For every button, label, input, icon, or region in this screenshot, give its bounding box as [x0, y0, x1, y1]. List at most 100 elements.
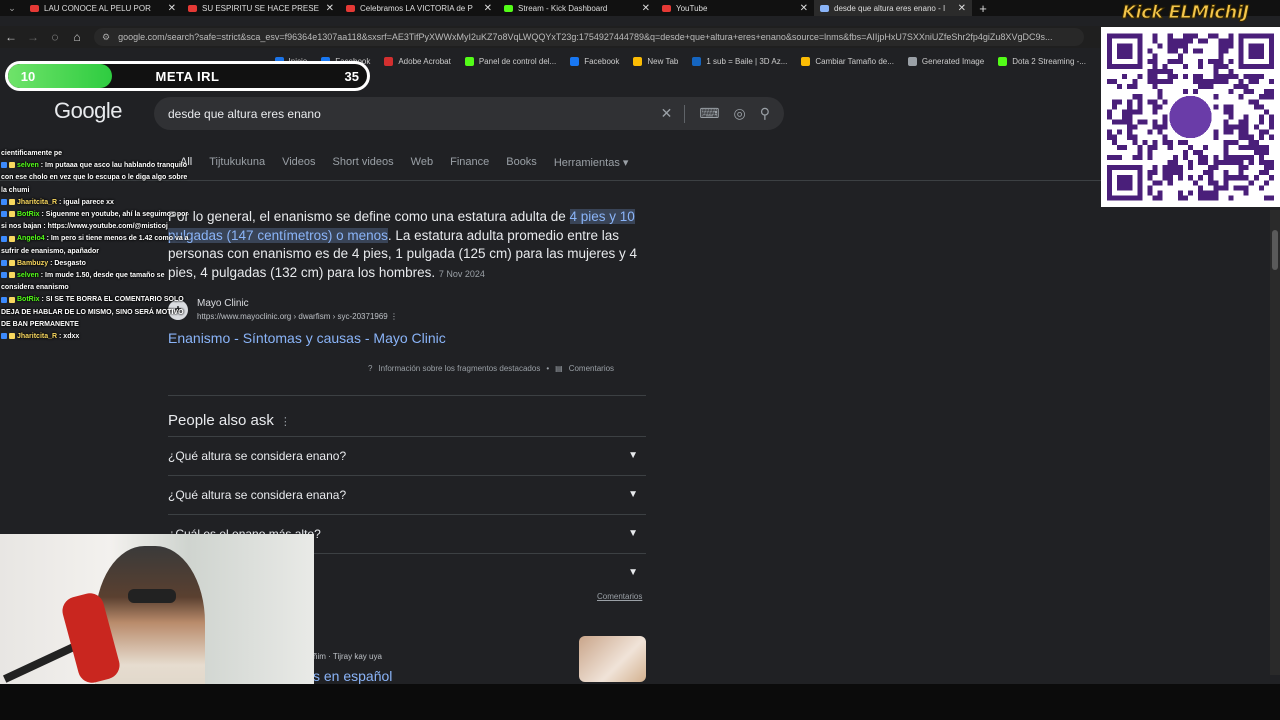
- badge-icon: [1, 235, 7, 242]
- search-tab[interactable]: Finance: [450, 156, 489, 169]
- search-icon[interactable]: ⚲: [760, 105, 770, 122]
- feedback-icon[interactable]: ▤: [555, 364, 563, 373]
- chat-message: BotRix : Siguenme en youtube, ahí la seg…: [1, 209, 193, 233]
- badge-icon: [1, 333, 7, 340]
- tab-favicon-icon: [820, 4, 829, 12]
- chat-message: selven : Im putaaa que asco lau hablando…: [1, 160, 193, 197]
- chat-username[interactable]: BotRix: [17, 211, 40, 218]
- browser-toolbar: ← → ◌ ⌂ ⚙ google.com/search?safe=strict&…: [0, 26, 1280, 48]
- bookmark-label: Adobe Acrobat: [398, 56, 451, 66]
- browser-tab[interactable]: LAU CONOCE AL PELU POR ✕: [24, 0, 182, 16]
- paa-more-icon[interactable]: ⋮: [280, 416, 291, 428]
- meta-label: META IRL: [155, 68, 220, 84]
- more-options-icon[interactable]: ⋮: [390, 312, 398, 321]
- browser-tab[interactable]: Stream - Kick Dashboard ✕: [498, 0, 656, 16]
- new-tab-button[interactable]: +: [972, 1, 994, 16]
- search-tab[interactable]: Tijtukukuna: [209, 156, 265, 169]
- help-icon[interactable]: ?: [368, 364, 372, 373]
- tab-close-icon[interactable]: ✕: [642, 3, 650, 14]
- browser-tab[interactable]: YouTube ✕: [656, 0, 814, 16]
- tab-favicon-icon: [30, 4, 39, 12]
- result-title-link[interactable]: Enanismo - Síntomas y causas - Mayo Clin…: [168, 330, 446, 346]
- tab-search-icon[interactable]: ⌄: [0, 0, 24, 16]
- forward-icon[interactable]: →: [22, 26, 44, 48]
- bookmark-item[interactable]: Adobe Acrobat: [384, 56, 451, 66]
- back-icon[interactable]: ←: [0, 26, 22, 48]
- chat-username[interactable]: Angelo4: [17, 235, 45, 242]
- bookmark-icon: [998, 56, 1008, 66]
- chat-username[interactable]: Jharitcita_R: [17, 333, 57, 340]
- tab-close-icon[interactable]: ✕: [958, 3, 966, 14]
- chat-message: Bambuzy : Desgasto: [1, 258, 193, 270]
- chevron-down-icon[interactable]: ▼: [628, 567, 638, 578]
- search-tab[interactable]: Web: [411, 156, 433, 169]
- bookmark-item[interactable]: Cambiar Tamaño de...: [801, 56, 894, 66]
- featured-info-link[interactable]: Información sobre los fragmentos destaca…: [378, 364, 540, 373]
- google-logo[interactable]: Google: [54, 98, 122, 124]
- clear-icon[interactable]: ✕: [661, 105, 673, 122]
- result2-source[interactable]: ñim · Tijray kay uya: [313, 652, 382, 661]
- lens-icon[interactable]: ◎: [734, 105, 746, 122]
- featured-feedback-link[interactable]: Comentarios: [569, 364, 614, 373]
- search-tab[interactable]: Short videos: [333, 156, 394, 169]
- badge-icon: [9, 333, 15, 340]
- tab-close-icon[interactable]: ✕: [484, 3, 492, 14]
- search-tab[interactable]: Videos: [282, 156, 315, 169]
- paa-feedback-link[interactable]: Comentarios: [597, 592, 642, 601]
- badge-icon: [9, 272, 15, 279]
- tab-close-icon[interactable]: ✕: [326, 3, 334, 14]
- bookmark-item[interactable]: Panel de control del...: [464, 56, 556, 66]
- browser-tab[interactable]: SU ESPIRITU SE HACE PRESE ✕: [182, 0, 340, 16]
- loading-icon[interactable]: ◌: [44, 26, 66, 48]
- source-url: https://www.mayoclinic.org › dwarfism › …: [197, 312, 398, 321]
- badge-icon: [1, 198, 7, 205]
- chat-username[interactable]: Bambuzy: [17, 260, 48, 267]
- bookmark-item[interactable]: New Tab: [633, 56, 678, 66]
- chevron-down-icon[interactable]: ▼: [628, 489, 638, 500]
- address-bar[interactable]: ⚙ google.com/search?safe=strict&sca_esv=…: [94, 28, 1084, 46]
- search-input[interactable]: [168, 106, 647, 121]
- search-tab[interactable]: Books: [506, 156, 537, 169]
- badge-icon: [9, 198, 15, 205]
- bookmark-item[interactable]: Generated Image: [907, 56, 984, 66]
- page-scrollbar[interactable]: [1270, 210, 1280, 675]
- chevron-down-icon[interactable]: ▼: [628, 528, 638, 539]
- keyboard-icon[interactable]: ⌨: [699, 105, 719, 122]
- result-source[interactable]: ✚ Mayo Clinic https://www.mayoclinic.org…: [168, 298, 398, 321]
- chat-username[interactable]: selven: [17, 162, 39, 169]
- tab-title: SU ESPIRITU SE HACE PRESE: [202, 3, 319, 13]
- tab-close-icon[interactable]: ✕: [800, 3, 808, 14]
- bookmark-icon: [570, 56, 580, 66]
- tab-close-icon[interactable]: ✕: [168, 3, 176, 14]
- chat-message: BotRix : SI SE TE BORRA EL COMENTARIO SO…: [1, 294, 193, 331]
- browser-tab[interactable]: desde que altura eres enano - I ✕: [814, 0, 972, 16]
- site-info-icon[interactable]: ⚙: [102, 32, 110, 43]
- bookmark-icon: [464, 56, 474, 66]
- chevron-down-icon[interactable]: ▼: [628, 450, 638, 461]
- search-box[interactable]: ✕ ⌨ ◎ ⚲: [154, 97, 784, 130]
- home-icon[interactable]: ⌂: [66, 26, 88, 48]
- bookmark-icon: [384, 56, 394, 66]
- section-divider: [168, 395, 646, 396]
- chat-username[interactable]: BotRix: [17, 296, 40, 303]
- paa-question[interactable]: ¿Qué altura se considera enano? ▼: [168, 436, 646, 474]
- browser-tab-bar: ⌄ LAU CONOCE AL PELU POR ✕ SU ESPIRITU SE …: [0, 0, 1280, 16]
- result2-thumbnail[interactable]: [579, 636, 646, 682]
- bookmark-label: Dota 2 Streaming -...: [1012, 56, 1086, 66]
- tab-title: Celebramos LA VICTORIA de P: [360, 3, 473, 13]
- bookmark-item[interactable]: Facebook: [570, 56, 619, 66]
- result2-title-link[interactable]: s en español: [313, 668, 392, 684]
- chat-username[interactable]: Jharitcita_R: [17, 199, 57, 206]
- bookmark-item[interactable]: Dota 2 Streaming -...: [998, 56, 1086, 66]
- sunglasses: [128, 589, 176, 603]
- scrollbar-thumb[interactable]: [1272, 230, 1278, 270]
- tab-favicon-icon: [188, 4, 197, 12]
- bottom-bar: [0, 684, 1280, 720]
- chat-username[interactable]: selven: [17, 272, 39, 279]
- stream-chat-overlay: cientificamente pe selven : Im putaaa que…: [1, 148, 193, 343]
- chat-message: Angelo4 : Im pero si tiene menos de 1.42…: [1, 233, 193, 257]
- browser-tab[interactable]: Celebramos LA VICTORIA de P ✕: [340, 0, 498, 16]
- bookmark-item[interactable]: 1 sub = Baile | 3D Az...: [692, 56, 787, 66]
- paa-question[interactable]: ¿Qué altura se considera enana? ▼: [168, 475, 646, 513]
- search-tab[interactable]: Herramientas ▾: [554, 156, 629, 169]
